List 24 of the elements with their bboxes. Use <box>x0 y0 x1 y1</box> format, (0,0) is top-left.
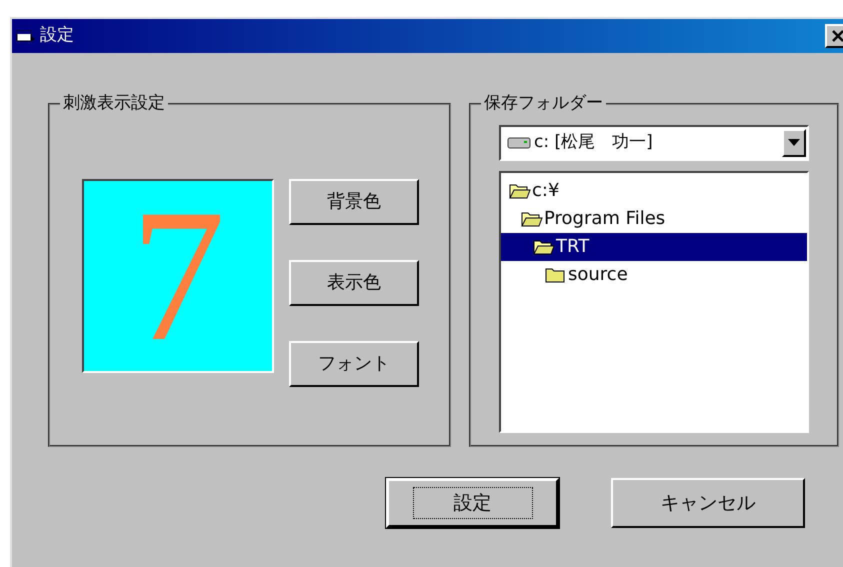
tree-item[interactable]: source <box>501 260 807 288</box>
dropdown-button[interactable] <box>782 128 806 156</box>
tree-item[interactable]: c:¥ <box>501 176 807 204</box>
action-button[interactable]: 表示色 <box>289 260 419 306</box>
folder-icon <box>545 266 567 284</box>
close-icon <box>831 30 843 42</box>
dialog-button[interactable]: 設定 <box>386 478 559 528</box>
drive-icon <box>507 136 531 150</box>
open-folder-icon <box>509 182 531 200</box>
dialog-button[interactable]: キャンセル <box>611 478 805 528</box>
open-folder-icon <box>533 238 555 256</box>
tree-item[interactable]: Program Files <box>501 204 807 232</box>
window-title: 設定 <box>40 24 74 48</box>
window-icon <box>16 28 36 44</box>
caret-icon <box>788 139 800 146</box>
group-label: 刺激表示設定 <box>62 92 166 115</box>
preview-digit: 7 <box>130 180 226 370</box>
action-button[interactable]: フォント <box>289 340 419 386</box>
group-label: 保存フォルダー <box>483 92 604 115</box>
tree-item[interactable]: TRT <box>501 232 807 260</box>
open-folder-icon <box>521 210 543 228</box>
drive-dropdown[interactable]: c: [松尾 功一] <box>499 124 809 160</box>
action-button[interactable]: 背景色 <box>289 178 419 224</box>
drive-value: c: [松尾 功一] <box>534 130 654 154</box>
